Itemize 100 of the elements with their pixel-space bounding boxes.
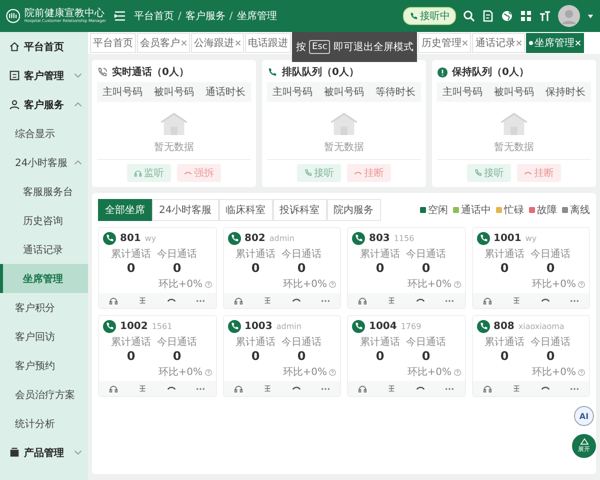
- menu-icon[interactable]: [114, 10, 126, 22]
- stat-label: 累计通话: [360, 336, 400, 349]
- grid-icon[interactable]: [520, 10, 532, 22]
- queue-icon: [267, 66, 278, 78]
- agent-user: 1156: [394, 234, 414, 243]
- column-header: 主叫号码: [102, 86, 143, 99]
- sidebar-item[interactable]: 客户预约: [0, 351, 88, 380]
- sidebar-item[interactable]: 综合显示: [0, 119, 88, 148]
- nav-icon: [9, 70, 20, 81]
- phone-icon: [304, 169, 312, 177]
- stat-value: 0: [172, 261, 182, 275]
- help-icon[interactable]: [329, 280, 336, 288]
- sidebar-item[interactable]: 统计分析: [0, 409, 88, 438]
- close-icon[interactable]: [181, 40, 187, 46]
- logo-icon: [6, 6, 20, 26]
- stat-value: 0: [126, 261, 136, 275]
- transfer-icon[interactable]: [387, 296, 396, 305]
- extension-number: 1003: [244, 321, 272, 332]
- help-icon[interactable]: [454, 368, 460, 376]
- sidebar-item[interactable]: 历史咨询: [0, 206, 88, 235]
- sidebar-item[interactable]: 24小时客服: [0, 148, 88, 177]
- help-icon[interactable]: [204, 280, 212, 288]
- sidebar-item[interactable]: 客户积分: [0, 293, 88, 322]
- sidebar-item[interactable]: 产品管理: [0, 438, 88, 467]
- page-tab[interactable]: 坐席管理: [526, 33, 584, 53]
- headset-icon[interactable]: [358, 384, 368, 393]
- queue-title: 保持队列（0人）: [452, 66, 529, 79]
- page-tab[interactable]: 平台首页: [90, 33, 136, 53]
- help-icon[interactable]: [454, 280, 460, 288]
- more-icon[interactable]: [570, 298, 579, 302]
- headset-icon[interactable]: [109, 296, 118, 305]
- help-icon[interactable]: [578, 280, 585, 288]
- help-icon[interactable]: [329, 368, 336, 376]
- agent-filter-tab[interactable]: 临床科室: [218, 199, 273, 221]
- sidebar-item[interactable]: 客户管理: [0, 61, 88, 90]
- sidebar-item[interactable]: 平台首页: [0, 32, 88, 61]
- headset-icon[interactable]: [482, 296, 492, 305]
- agent-filter-tab[interactable]: 24小时客服: [152, 199, 219, 221]
- transfer-icon[interactable]: [387, 384, 396, 393]
- more-icon[interactable]: [320, 298, 330, 302]
- transfer-icon[interactable]: [512, 384, 521, 393]
- caret-icon[interactable]: [587, 12, 594, 20]
- headset-icon[interactable]: [109, 384, 118, 393]
- headset-icon[interactable]: [234, 296, 243, 305]
- agent-user: admin: [276, 322, 302, 331]
- help-icon[interactable]: [578, 368, 585, 376]
- sidebar-item[interactable]: 通话记录: [0, 235, 88, 264]
- headset-icon[interactable]: [482, 384, 492, 393]
- ratio-text: 环比+0%: [158, 366, 202, 379]
- sidebar-item[interactable]: 客服服务台: [0, 177, 88, 206]
- help-icon[interactable]: [204, 368, 212, 376]
- sidebar-item[interactable]: 客户回访: [0, 322, 88, 351]
- breadcrumb-item[interactable]: 客户服务: [185, 9, 226, 23]
- transfer-icon[interactable]: [512, 296, 521, 305]
- transfer-icon[interactable]: [138, 296, 148, 305]
- stat-label: 累计通话: [236, 336, 276, 349]
- globe-icon[interactable]: [501, 10, 513, 22]
- headset-icon[interactable]: [358, 296, 368, 305]
- breadcrumb-item[interactable]: 坐席管理: [236, 9, 277, 23]
- sidebar-item[interactable]: 客户服务: [0, 90, 88, 119]
- more-icon[interactable]: [196, 298, 206, 302]
- transfer-icon[interactable]: [262, 296, 272, 305]
- legend-label: 忙碌: [504, 204, 524, 217]
- page-tab[interactable]: 通话记录: [472, 33, 526, 53]
- page-tab[interactable]: 电话跟进: [245, 33, 291, 53]
- stat-label: 累计通话: [360, 248, 400, 261]
- nav-icon: [9, 447, 20, 458]
- sidebar-item[interactable]: 坐席管理: [0, 264, 88, 293]
- avatar[interactable]: [558, 5, 580, 27]
- page-tab[interactable]: 历史管理: [418, 33, 472, 53]
- more-icon[interactable]: [320, 386, 330, 390]
- more-icon[interactable]: [570, 386, 579, 390]
- hang-up-icon: [524, 171, 532, 175]
- column-header: 被叫号码: [154, 86, 194, 99]
- extension-number: 808: [494, 321, 514, 332]
- breadcrumb-item[interactable]: 平台首页: [134, 9, 174, 23]
- more-icon[interactable]: [445, 386, 454, 390]
- agent-filter-tab[interactable]: 院内服务: [326, 199, 381, 221]
- close-icon[interactable]: [235, 40, 241, 46]
- transfer-icon[interactable]: [138, 384, 148, 393]
- search-icon[interactable]: [463, 10, 475, 22]
- close-icon[interactable]: [462, 40, 468, 46]
- call-status-badge[interactable]: 接听中: [403, 7, 456, 25]
- transfer-icon[interactable]: [262, 384, 272, 393]
- agent-filter-tab[interactable]: 投诉科室: [272, 199, 327, 221]
- more-icon[interactable]: [445, 298, 454, 302]
- hang-up-icon: [184, 171, 192, 175]
- agent-filter-tab[interactable]: 全部坐席: [98, 199, 152, 221]
- ratio-text: 环比+0%: [407, 366, 452, 379]
- page-tab[interactable]: 公海跟进: [191, 33, 244, 53]
- stat-label: 累计通话: [111, 336, 151, 349]
- column-header: 被叫号码: [324, 86, 364, 99]
- sidebar-item[interactable]: 会员治疗方案: [0, 380, 88, 409]
- fullscreen-hint: 按 Esc 即可退出全屏模式: [292, 32, 418, 62]
- page-tab[interactable]: 会员客户: [137, 33, 190, 53]
- document-icon[interactable]: [482, 10, 494, 22]
- more-icon[interactable]: [196, 386, 206, 390]
- text-size-icon[interactable]: [539, 10, 551, 22]
- close-icon[interactable]: [516, 40, 522, 46]
- headset-icon[interactable]: [234, 384, 243, 393]
